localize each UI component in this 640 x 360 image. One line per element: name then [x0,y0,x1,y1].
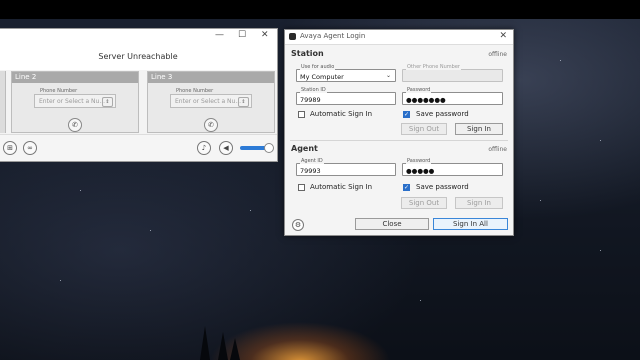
station-password-label: Password [406,87,432,93]
station-sign-out-button[interactable]: Sign Out [401,123,447,135]
spinner-icon[interactable]: ⇕ [238,97,249,107]
station-password-field[interactable]: Password ●●●●●●● [402,87,503,105]
station-heading: Station [291,49,324,58]
speaker-button[interactable]: ◀ [219,141,233,155]
sign-in-all-button[interactable]: Sign In All [433,218,508,230]
other-phone-number-label: Other Phone Number [406,64,461,70]
station-id-label: Station ID [300,87,327,93]
agent-sign-in-button[interactable]: Sign In [455,197,503,209]
station-id-field[interactable]: Station ID 79989 [296,87,396,105]
station-id-value: 79989 [300,96,321,104]
maximize-icon[interactable]: ☐ [238,30,246,40]
line-3-card: Line 3 Phone Number Enter or Select a Nu… [147,71,275,133]
phone-icon: ✆ [208,121,214,129]
station-password-value: ●●●●●●● [406,96,446,104]
softphone-toolbar: ⊞ ∞ ♪ ◀ [0,134,277,161]
settings-button[interactable]: ⚙ [292,219,304,231]
line-2-phone-input[interactable]: Phone Number Enter or Select a Nu... ⇕ [34,88,116,108]
other-phone-number-field[interactable]: Other Phone Number [402,64,503,82]
phone-icon: ✆ [72,121,78,129]
line-2-phone-label: Phone Number [39,88,79,94]
agent-sign-out-button[interactable]: Sign Out [401,197,447,209]
agent-save-password-label: Save password [416,183,469,191]
top-black-bar [0,0,640,19]
station-status: offline [488,51,507,58]
station-auto-sign-in-label: Automatic Sign In [310,110,373,118]
server-status: Server Unreachable [0,43,277,70]
line-2-card: Line 2 Phone Number Enter or Select a Nu… [11,71,139,133]
close-button[interactable]: Close [355,218,429,230]
line-3-phone-input[interactable]: Phone Number Enter or Select a Nu... ⇕ [170,88,252,108]
dialpad-icon: ⊞ [7,144,13,152]
line-3-placeholder: Enter or Select a Nu... [175,98,242,105]
microphone-icon: ♪ [201,144,207,152]
volume-slider-handle[interactable] [264,143,274,153]
use-for-audio-value: My Computer [300,73,344,81]
close-icon[interactable]: ✕ [261,30,269,40]
line-3-call-button[interactable]: ✆ [204,118,218,132]
station-auto-sign-in-checkbox[interactable] [298,111,305,118]
agent-login-window: Avaya Agent Login ✕ Station offline Use … [284,29,514,236]
agent-password-value: ●●●●● [406,167,435,175]
agent-id-label: Agent ID [300,158,324,164]
agent-password-field[interactable]: Password ●●●●● [402,158,503,176]
agent-id-field[interactable]: Agent ID 79993 [296,158,396,176]
line-2-label: Line 2 [12,72,138,83]
line-2-call-button[interactable]: ✆ [68,118,82,132]
agent-auto-sign-in-checkbox[interactable] [298,184,305,191]
avaya-logo-icon [289,33,296,40]
line-3-label: Line 3 [148,72,274,83]
tree-silhouette [200,326,210,360]
speaker-icon: ◀ [223,144,229,152]
agent-password-label: Password [406,158,432,164]
agent-auto-sign-in-label: Automatic Sign In [310,183,373,191]
chevron-down-icon: ⌄ [385,72,391,79]
line-2-placeholder: Enter or Select a Nu... [39,98,106,105]
agent-login-titlebar: Avaya Agent Login ✕ [285,30,513,45]
station-save-password-label: Save password [416,110,469,118]
voicemail-button[interactable]: ∞ [23,141,37,155]
dialpad-button[interactable]: ⊞ [3,141,17,155]
station-save-password-checkbox[interactable]: ✓ [403,111,410,118]
station-sign-in-button[interactable]: Sign In [455,123,503,135]
close-icon[interactable]: ✕ [499,31,507,41]
agent-save-password-checkbox[interactable]: ✓ [403,184,410,191]
minimize-icon[interactable]: — [215,30,224,40]
line-3-phone-label: Phone Number [175,88,215,94]
use-for-audio-label: Use for audio [300,64,336,70]
agent-id-value: 79993 [300,167,321,175]
softphone-titlebar: — ☐ ✕ [0,29,277,43]
gear-icon: ⚙ [294,221,302,229]
agent-heading: Agent [291,144,318,153]
softphone-window: — ☐ ✕ Server Unreachable Line 2 Phone Nu… [0,28,278,162]
agent-status: offline [488,146,507,153]
line-1-card-edge [0,71,6,133]
section-divider [290,140,508,141]
spinner-icon[interactable]: ⇕ [102,97,113,107]
use-for-audio-select[interactable]: Use for audio My Computer ⌄ [296,64,396,82]
microphone-button[interactable]: ♪ [197,141,211,155]
voicemail-icon: ∞ [27,144,33,152]
window-title: Avaya Agent Login [300,32,366,40]
